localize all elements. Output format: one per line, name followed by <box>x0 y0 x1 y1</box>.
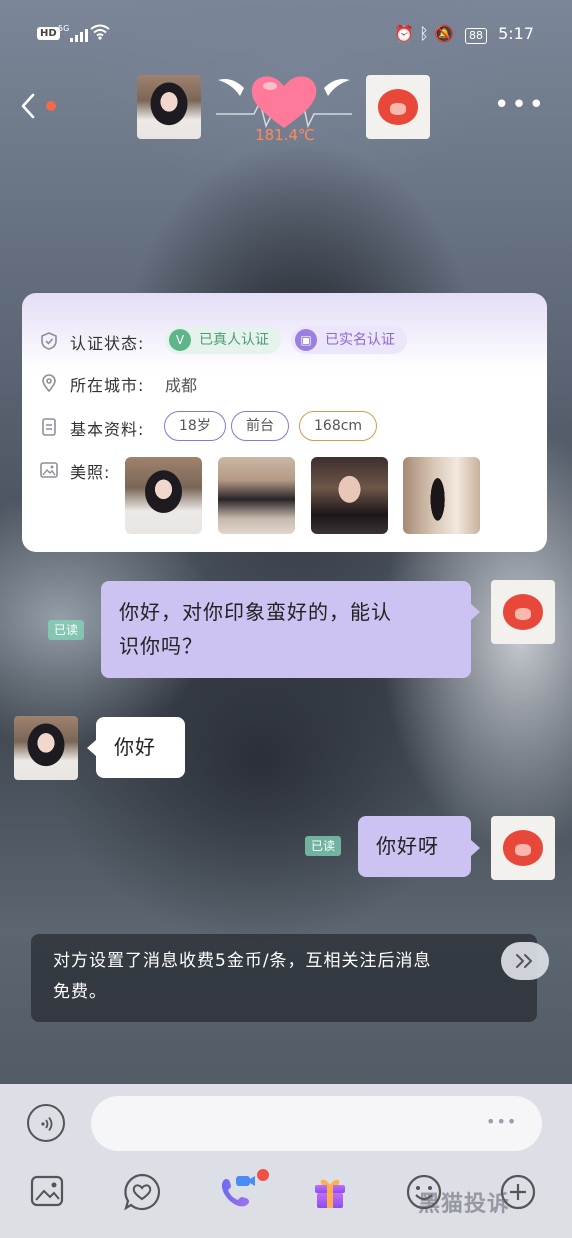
watermark: 黑猫投诉 <box>418 1192 511 1217</box>
photos-label: 美照: <box>70 463 111 482</box>
profile-photo[interactable] <box>218 457 295 534</box>
notification-dot <box>257 1169 269 1181</box>
wifi-icon <box>90 24 110 45</box>
hd-badge: HD <box>37 27 60 40</box>
badge-real-person: V 已真人认证 <box>165 326 281 354</box>
verification-label: 认证状态: <box>70 334 145 353</box>
notice-text: 免费。 <box>53 982 107 1002</box>
read-receipt: 已读 <box>48 620 85 640</box>
status-right: ⏰ ᛒ 🔕 88 5:17 <box>394 24 534 44</box>
profile-photo[interactable] <box>403 457 480 534</box>
my-avatar[interactable] <box>366 75 430 139</box>
network-type: 5G <box>58 24 70 33</box>
profile-photo[interactable] <box>311 457 388 534</box>
intimacy-temperature: 181.4℃ <box>255 126 315 144</box>
tag-age: 18岁 <box>164 411 226 441</box>
mute-icon: 🔕 <box>433 24 454 43</box>
read-receipt: 已读 <box>305 836 342 856</box>
input-more-icon[interactable]: ••• <box>486 1112 517 1131</box>
city-label: 所在城市: <box>70 376 145 395</box>
profile-photo[interactable] <box>125 457 202 534</box>
message-bubble-self[interactable]: 你好，对你印象蛮好的，能认 识你吗？ <box>101 581 471 678</box>
alarm-icon: ⏰ <box>394 24 415 43</box>
bubble-tail <box>471 604 480 620</box>
image-icon[interactable] <box>28 1172 68 1212</box>
partner-avatar[interactable] <box>14 716 78 780</box>
message-input[interactable] <box>91 1096 542 1151</box>
location-pin-icon <box>39 373 59 393</box>
my-avatar[interactable] <box>491 580 555 644</box>
tag-job: 前台 <box>231 411 289 441</box>
badge-real-name-label: 已实名认证 <box>325 332 395 348</box>
bluetooth-icon: ᛒ <box>419 24 429 43</box>
heart-chat-icon[interactable] <box>122 1172 162 1212</box>
message-text: 你好，对你印象蛮好的，能认 <box>119 600 392 624</box>
profile-card: 认证状态: V 已真人认证 ▣ 已实名认证 所在城市: 成都 基本资料: 18岁… <box>22 293 547 552</box>
basic-info-label: 基本资料: <box>70 420 145 439</box>
unread-dot <box>46 101 56 111</box>
chevron-left-icon[interactable] <box>20 92 40 122</box>
message-text: 你好呀 <box>376 834 439 858</box>
my-avatar[interactable] <box>491 816 555 880</box>
photo-icon <box>39 460 59 480</box>
fee-notice: 对方设置了消息收费5金币/条，互相关注后消息 免费。 <box>31 934 537 1022</box>
tag-height: 168cm <box>299 411 378 441</box>
signal-icon <box>70 28 88 42</box>
battery-indicator: 88 <box>464 28 487 44</box>
bubble-tail <box>87 740 96 756</box>
video-call-icon[interactable] <box>216 1172 256 1212</box>
message-bubble-self[interactable]: 你好呀 <box>358 816 471 877</box>
message-bubble-other[interactable]: 你好 <box>96 717 185 778</box>
partner-avatar[interactable] <box>137 75 201 139</box>
message-text: 你好 <box>114 735 156 759</box>
verified-v-icon: V <box>169 329 191 351</box>
double-chevron-right-icon[interactable] <box>501 942 549 980</box>
badge-real-name: ▣ 已实名认证 <box>291 326 407 354</box>
id-card-icon: ▣ <box>295 329 317 351</box>
shield-icon <box>39 331 59 351</box>
voice-input-icon[interactable] <box>27 1104 65 1142</box>
more-dots-icon[interactable]: ••• <box>494 92 546 118</box>
badge-real-person-label: 已真人认证 <box>199 332 269 348</box>
gift-icon[interactable] <box>310 1172 350 1212</box>
document-icon <box>39 417 59 437</box>
clock: 5:17 <box>498 24 534 43</box>
city-value: 成都 <box>165 376 198 395</box>
bubble-tail <box>471 840 480 856</box>
notice-text: 对方设置了消息收费5金币/条，互相关注后消息 <box>53 951 432 971</box>
message-text: 识你吗？ <box>119 634 203 658</box>
